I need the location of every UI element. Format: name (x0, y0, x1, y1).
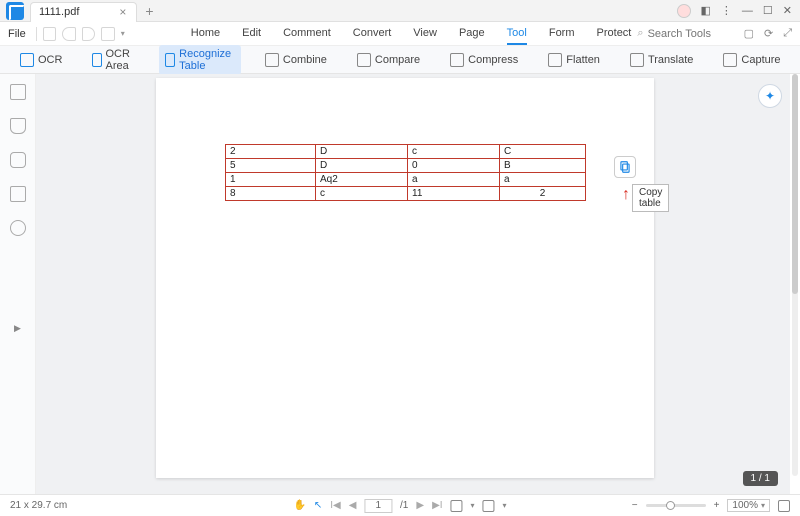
zoom-in-button[interactable]: + (714, 500, 720, 511)
scrollbar-thumb[interactable] (792, 74, 798, 294)
hand-tool-icon[interactable]: ✋ (293, 500, 305, 511)
save-icon[interactable] (43, 27, 57, 41)
prev-page-button[interactable]: ◀ (349, 500, 357, 511)
tab-form[interactable]: Form (549, 23, 575, 45)
menu-bar: File ▾ Home Edit Comment Convert View Pa… (0, 22, 800, 46)
dropdown-caret-icon[interactable]: ▾ (121, 29, 125, 38)
status-bar: 21 x 29.7 cm ✋ ↖ I◀ ◀ 1 /1 ▶ ▶I ▾ ▾ − + … (0, 494, 800, 516)
document-tab[interactable]: 1111.pdf × (30, 2, 137, 22)
combine-button[interactable]: Combine (259, 50, 333, 70)
page-dimensions: 21 x 29.7 cm (10, 500, 67, 511)
tab-edit[interactable]: Edit (242, 23, 261, 45)
recognize-table-button[interactable]: Recognize Table (159, 45, 241, 75)
share-icon[interactable]: ▢ (744, 27, 754, 40)
notification-icon[interactable]: ◧ (701, 4, 711, 17)
tab-protect[interactable]: Protect (597, 23, 632, 45)
flatten-button[interactable]: Flatten (542, 50, 606, 70)
undo-icon[interactable] (62, 27, 76, 41)
tab-convert[interactable]: Convert (353, 23, 392, 45)
kebab-menu-icon[interactable]: ⋮ (721, 4, 732, 17)
attachment-icon[interactable] (10, 186, 26, 202)
next-page-button[interactable]: ▶ (416, 500, 424, 511)
search-icon: ⌕ (637, 27, 643, 40)
zoom-out-button[interactable]: − (632, 500, 638, 511)
tab-comment[interactable]: Comment (283, 23, 331, 45)
pdf-page: 2 D c C 5 D 0 B 1 Aq2 a a 8 c 11 2 (156, 78, 654, 478)
fit-width-icon[interactable] (451, 500, 463, 512)
expand-icon[interactable]: ⤢ (783, 27, 792, 40)
fullscreen-icon[interactable] (778, 500, 790, 512)
zoom-level-box[interactable]: 100%▾ (727, 499, 770, 512)
first-page-button[interactable]: I◀ (330, 500, 340, 511)
window-close-button[interactable]: ✕ (783, 4, 792, 17)
ocr-area-button[interactable]: OCR Area (86, 45, 140, 75)
recognized-table[interactable]: 2 D c C 5 D 0 B 1 Aq2 a a 8 c 11 2 (225, 144, 586, 201)
tab-tool[interactable]: Tool (507, 23, 527, 45)
search-panel-icon[interactable] (10, 220, 26, 236)
ocr-button[interactable]: OCR (14, 50, 68, 70)
tab-close-icon[interactable]: × (119, 5, 126, 19)
capture-button[interactable]: Capture (717, 50, 786, 70)
pointer-arrow-icon: ↑ (622, 186, 630, 204)
new-tab-button[interactable]: + (145, 3, 153, 19)
last-page-button[interactable]: ▶I (432, 500, 442, 511)
translate-button[interactable]: Translate (624, 50, 699, 70)
redo-icon[interactable] (82, 27, 96, 41)
copy-table-tooltip: Copy table (632, 184, 669, 212)
main-tabs: Home Edit Comment Convert View Page Tool… (191, 23, 632, 45)
app-icon (6, 2, 24, 20)
vertical-scrollbar[interactable] (792, 74, 798, 476)
file-menu[interactable]: File (8, 28, 26, 40)
window-minimize-button[interactable]: — (742, 5, 753, 17)
document-canvas[interactable]: 2 D c C 5 D 0 B 1 Aq2 a a 8 c 11 2 (36, 74, 790, 494)
copy-table-icon (618, 160, 632, 174)
zoom-slider-knob[interactable] (666, 501, 675, 510)
page-indicator-badge: 1 / 1 (743, 471, 778, 486)
tab-view[interactable]: View (413, 23, 437, 45)
tab-home[interactable]: Home (191, 23, 220, 45)
search-input[interactable] (648, 28, 728, 40)
print-icon[interactable] (101, 27, 115, 41)
floating-assist-button[interactable]: ✦ (758, 84, 782, 108)
bookmark-icon[interactable] (10, 118, 26, 134)
user-avatar-icon[interactable] (677, 4, 691, 18)
assist-icon: ✦ (765, 89, 775, 103)
table-row: 5 D 0 B (226, 159, 586, 173)
page-number-input[interactable]: 1 (364, 499, 392, 513)
cloud-icon[interactable]: ⟳ (764, 27, 773, 40)
compress-button[interactable]: Compress (444, 50, 524, 70)
zoom-slider[interactable] (646, 504, 706, 507)
compare-button[interactable]: Compare (351, 50, 426, 70)
tab-page[interactable]: Page (459, 23, 485, 45)
table-row: 2 D c C (226, 145, 586, 159)
comment-panel-icon[interactable] (10, 152, 26, 168)
search-tools[interactable]: ⌕ (637, 27, 727, 40)
single-page-icon[interactable] (483, 500, 495, 512)
title-bar: 1111.pdf × + ◧ ⋮ — ☐ ✕ (0, 0, 800, 22)
tool-toolbar: OCR OCR Area Recognize Table Combine Com… (0, 46, 800, 74)
thumbnails-icon[interactable] (10, 84, 26, 100)
table-row: 1 Aq2 a a (226, 173, 586, 187)
window-maximize-button[interactable]: ☐ (763, 4, 773, 17)
select-tool-icon[interactable]: ↖ (314, 500, 322, 511)
left-sidebar: ▶ (0, 74, 36, 494)
table-row: 8 c 11 2 (226, 187, 586, 201)
sidebar-expand-icon[interactable]: ▶ (14, 323, 21, 334)
page-total: /1 (400, 500, 408, 511)
layout-caret-icon[interactable]: ▾ (503, 501, 507, 510)
tab-filename: 1111.pdf (39, 6, 79, 18)
view-mode-caret-icon[interactable]: ▾ (471, 501, 475, 510)
copy-table-button[interactable] (614, 156, 636, 178)
